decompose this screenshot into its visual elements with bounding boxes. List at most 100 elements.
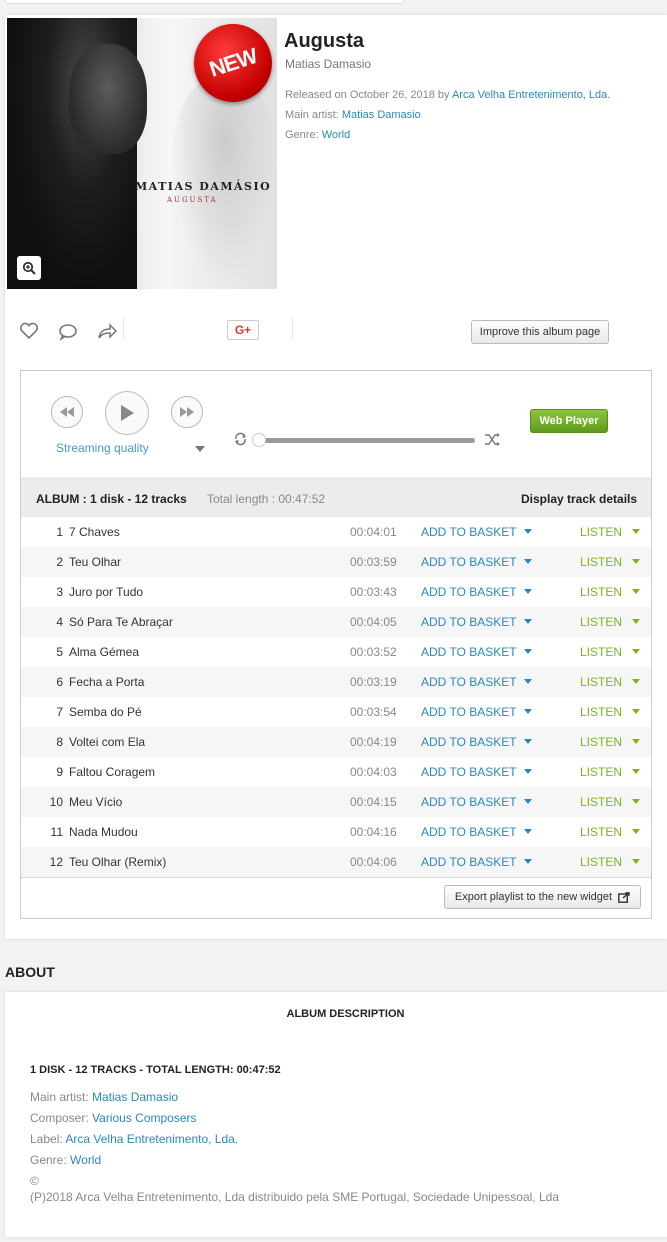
zoom-button[interactable] — [17, 256, 41, 280]
listen-button[interactable]: LISTEN — [580, 645, 622, 659]
chevron-down-icon[interactable] — [632, 649, 640, 654]
track-row[interactable]: 3 Juro por Tudo 00:03:43 ADD TO BASKET LISTE… — [21, 577, 651, 607]
chevron-down-icon[interactable] — [524, 829, 532, 834]
add-to-basket-button[interactable]: ADD TO BASKET — [421, 615, 517, 629]
listen-button[interactable]: LISTEN — [580, 735, 622, 749]
chevron-down-icon[interactable] — [524, 859, 532, 864]
add-to-basket-button[interactable]: ADD TO BASKET — [421, 705, 517, 719]
main-artist-link[interactable]: Matias Damasio — [342, 109, 421, 121]
track-row[interactable]: 5 Alma Gémea 00:03:52 ADD TO BASKET LISTEN — [21, 637, 651, 667]
previous-button[interactable] — [51, 396, 83, 428]
track-title[interactable]: 7 Chaves — [69, 525, 120, 539]
shuffle-icon[interactable] — [484, 433, 500, 446]
add-to-basket-button[interactable]: ADD TO BASKET — [421, 585, 517, 599]
chevron-down-icon[interactable] — [524, 679, 532, 684]
add-to-basket-button[interactable]: ADD TO BASKET — [421, 645, 517, 659]
listen-button[interactable]: LISTEN — [580, 555, 622, 569]
listen-button[interactable]: LISTEN — [580, 705, 622, 719]
track-row[interactable]: 9 Faltou Coragem 00:04:03 ADD TO BASKET LIST… — [21, 757, 651, 787]
listen-button[interactable]: LISTEN — [580, 765, 622, 779]
album-cover[interactable]: MATIAS DAMÁSIO AUGUSTA NEW — [7, 18, 277, 289]
chevron-down-icon[interactable] — [195, 446, 205, 452]
track-title[interactable]: Voltei com Ela — [69, 735, 145, 749]
track-row[interactable]: 11 Nada Mudou 00:04:16 ADD TO BASKET LISTEN — [21, 817, 651, 847]
listen-button[interactable]: LISTEN — [580, 525, 622, 539]
streaming-quality-select[interactable]: Streaming quality — [56, 441, 149, 455]
chevron-down-icon[interactable] — [632, 529, 640, 534]
add-to-basket-button[interactable]: ADD TO BASKET — [421, 825, 517, 839]
listen-button[interactable]: LISTEN — [580, 855, 622, 869]
track-title[interactable]: Juro por Tudo — [69, 585, 143, 599]
add-to-basket-button[interactable]: ADD TO BASKET — [421, 855, 517, 869]
play-button[interactable] — [105, 391, 149, 435]
track-row[interactable]: 2 Teu Olhar 00:03:59 ADD TO BASKET LISTEN — [21, 547, 651, 577]
track-row[interactable]: 12 Teu Olhar (Remix) 00:04:06 ADD TO BASKET… — [21, 847, 651, 877]
chevron-down-icon[interactable] — [524, 739, 532, 744]
track-row[interactable]: 10 Meu Vício 00:04:15 ADD TO BASKET LISTEN — [21, 787, 651, 817]
track-title[interactable]: Só Para Te Abraçar — [69, 615, 173, 629]
track-row[interactable]: 6 Fecha a Porta 00:03:19 ADD TO BASKET LISTE… — [21, 667, 651, 697]
export-playlist-button[interactable]: Export playlist to the new widget — [444, 885, 641, 909]
add-to-basket-button[interactable]: ADD TO BASKET — [421, 555, 517, 569]
chevron-down-icon[interactable] — [524, 649, 532, 654]
track-title[interactable]: Nada Mudou — [69, 825, 138, 839]
track-title[interactable]: Teu Olhar — [69, 555, 121, 569]
add-to-basket-button[interactable]: ADD TO BASKET — [421, 525, 517, 539]
track-title[interactable]: Semba do Pé — [69, 705, 142, 719]
chevron-down-icon[interactable] — [632, 859, 640, 864]
genre-link[interactable]: World — [322, 129, 351, 141]
chevron-down-icon[interactable] — [524, 559, 532, 564]
heart-icon[interactable] — [19, 322, 39, 340]
chevron-down-icon[interactable] — [632, 739, 640, 744]
listen-button[interactable]: LISTEN — [580, 615, 622, 629]
chevron-down-icon[interactable] — [524, 769, 532, 774]
track-title[interactable]: Teu Olhar (Remix) — [69, 855, 166, 869]
track-row[interactable]: 7 Semba do Pé 00:03:54 ADD TO BASKET LISTEN — [21, 697, 651, 727]
web-player-button[interactable]: Web Player — [530, 409, 608, 433]
improve-album-button[interactable]: Improve this album page — [471, 320, 609, 344]
main-artist-link[interactable]: Matias Damasio — [92, 1090, 178, 1104]
chevron-down-icon[interactable] — [632, 589, 640, 594]
chevron-down-icon[interactable] — [524, 619, 532, 624]
track-title[interactable]: Alma Gémea — [69, 645, 139, 659]
add-to-basket-button[interactable]: ADD TO BASKET — [421, 735, 517, 749]
track-title[interactable]: Faltou Coragem — [69, 765, 155, 779]
chevron-down-icon[interactable] — [632, 769, 640, 774]
chevron-down-icon[interactable] — [524, 589, 532, 594]
chevron-down-icon[interactable] — [524, 529, 532, 534]
track-number: 11 — [50, 825, 63, 839]
chevron-down-icon[interactable] — [632, 799, 640, 804]
repeat-icon[interactable] — [233, 432, 248, 446]
add-to-basket-button[interactable]: ADD TO BASKET — [421, 675, 517, 689]
track-row[interactable]: 8 Voltei com Ela 00:04:19 ADD TO BASKET LIST… — [21, 727, 651, 757]
google-plus-button[interactable]: G+ — [227, 320, 259, 340]
composer-link[interactable]: Various Composers — [92, 1111, 196, 1125]
add-to-basket-button[interactable]: ADD TO BASKET — [421, 795, 517, 809]
genre-link[interactable]: World — [70, 1153, 101, 1167]
add-to-basket-button[interactable]: ADD TO BASKET — [421, 765, 517, 779]
chevron-down-icon[interactable] — [524, 799, 532, 804]
listen-button[interactable]: LISTEN — [580, 585, 622, 599]
listen-button[interactable]: LISTEN — [580, 675, 622, 689]
track-row[interactable]: 4 Só Para Te Abraçar 00:04:05 ADD TO BASKET… — [21, 607, 651, 637]
listen-button[interactable]: LISTEN — [580, 825, 622, 839]
comment-icon[interactable] — [58, 323, 78, 341]
track-title[interactable]: Fecha a Porta — [69, 675, 144, 689]
progress-bar[interactable] — [259, 438, 475, 443]
share-icon[interactable] — [97, 322, 117, 340]
chevron-down-icon[interactable] — [632, 559, 640, 564]
track-title[interactable]: Meu Vício — [69, 795, 122, 809]
chevron-down-icon[interactable] — [632, 679, 640, 684]
display-track-details-link[interactable]: Display track details — [521, 492, 637, 506]
track-row[interactable]: 1 7 Chaves 00:04:01 ADD TO BASKET LISTEN — [21, 517, 651, 547]
chevron-down-icon[interactable] — [632, 619, 640, 624]
label-link[interactable]: Arca Velha Entretenimento, Lda. — [65, 1132, 238, 1146]
chevron-down-icon[interactable] — [632, 709, 640, 714]
chevron-down-icon[interactable] — [632, 829, 640, 834]
listen-button[interactable]: LISTEN — [580, 795, 622, 809]
progress-handle[interactable] — [252, 433, 266, 447]
album-description-title: ALBUM DESCRIPTION — [286, 1008, 405, 1020]
label-link[interactable]: Arca Velha Entretenimento, Lda. — [452, 89, 610, 101]
next-button[interactable] — [171, 396, 203, 428]
chevron-down-icon[interactable] — [524, 709, 532, 714]
